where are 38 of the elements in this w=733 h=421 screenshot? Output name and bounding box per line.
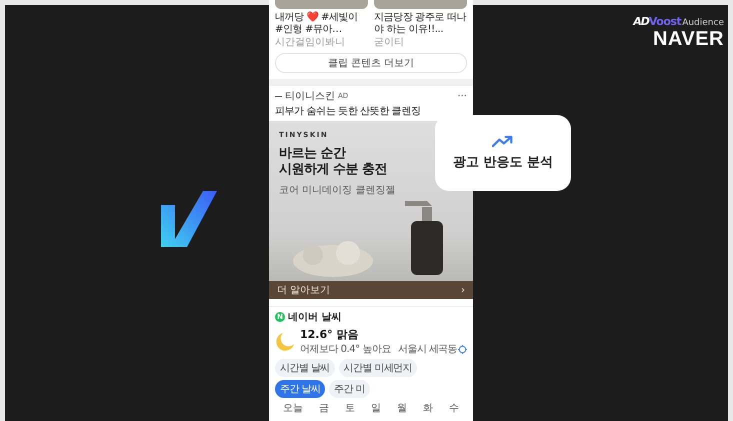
clip-source: 굳이티 — [374, 37, 405, 49]
temperature-comparison: 어제보다 0.4° 높아요 — [300, 343, 391, 356]
weather-tab[interactable]: 시간별 미세먼지 — [338, 359, 417, 377]
ad-subline: 코어 미니데이징 클렌징젤 — [279, 184, 396, 197]
day-label: 오늘 — [283, 402, 303, 415]
location-label[interactable]: 서울시 세곡동 — [398, 342, 457, 356]
product-name: Voost — [648, 15, 682, 28]
clip-title[interactable]: 내꺼당 ❤ #세빛이 #인형 #뮤아… — [275, 12, 368, 36]
day-label: 토 — [345, 402, 355, 415]
thumbnail-placeholder[interactable] — [374, 0, 467, 9]
ad-headline: 바르는 순간 시원하게 수분 충전 — [279, 146, 388, 178]
weather-tab[interactable]: 주간 미 — [329, 380, 370, 398]
trending-up-icon — [492, 135, 514, 148]
day-label: 수 — [449, 402, 459, 415]
v-logo-icon — [159, 189, 219, 249]
product-suffix: Audience — [682, 18, 724, 28]
chevron-icon: › — [461, 284, 465, 296]
day-label: 화 — [423, 402, 433, 415]
ad-description: 피부가 숨쉬는 듯한 산뜻한 클렌징 — [274, 105, 422, 119]
crescent-moon-icon — [275, 332, 295, 352]
product-prefix: AD — [633, 15, 649, 28]
weather-tab[interactable]: 주간 날씨 — [275, 380, 326, 398]
weather-tab[interactable]: 시간별 날씨 — [275, 359, 335, 377]
thumbnail-placeholder[interactable] — [275, 0, 368, 9]
day-label: 월 — [397, 402, 407, 415]
location-target-icon[interactable] — [458, 344, 467, 354]
clip-source: 시간걸임이봐니 — [275, 37, 346, 49]
clip-title[interactable]: 지금당장 광주로 떠나야 하는 이유!!... — [374, 12, 467, 36]
learn-more-link[interactable]: 더 알아보기 — [277, 283, 330, 297]
company-logo-text: NAVER — [652, 28, 724, 50]
more-clips-button[interactable]: 클립 콘텐츠 더보기 — [275, 53, 467, 73]
weather-provider[interactable]: 네이버 날씨 — [288, 310, 342, 324]
temperature: 12.6° 맑음 — [300, 327, 360, 342]
more-menu[interactable]: ··· — [457, 90, 467, 102]
learn-more-bar[interactable]: 더 알아보기 › — [269, 281, 473, 299]
day-label: 일 — [371, 402, 381, 415]
day-label: 금 — [319, 402, 329, 415]
advertiser-name[interactable]: 티이니스킨 — [285, 89, 335, 103]
